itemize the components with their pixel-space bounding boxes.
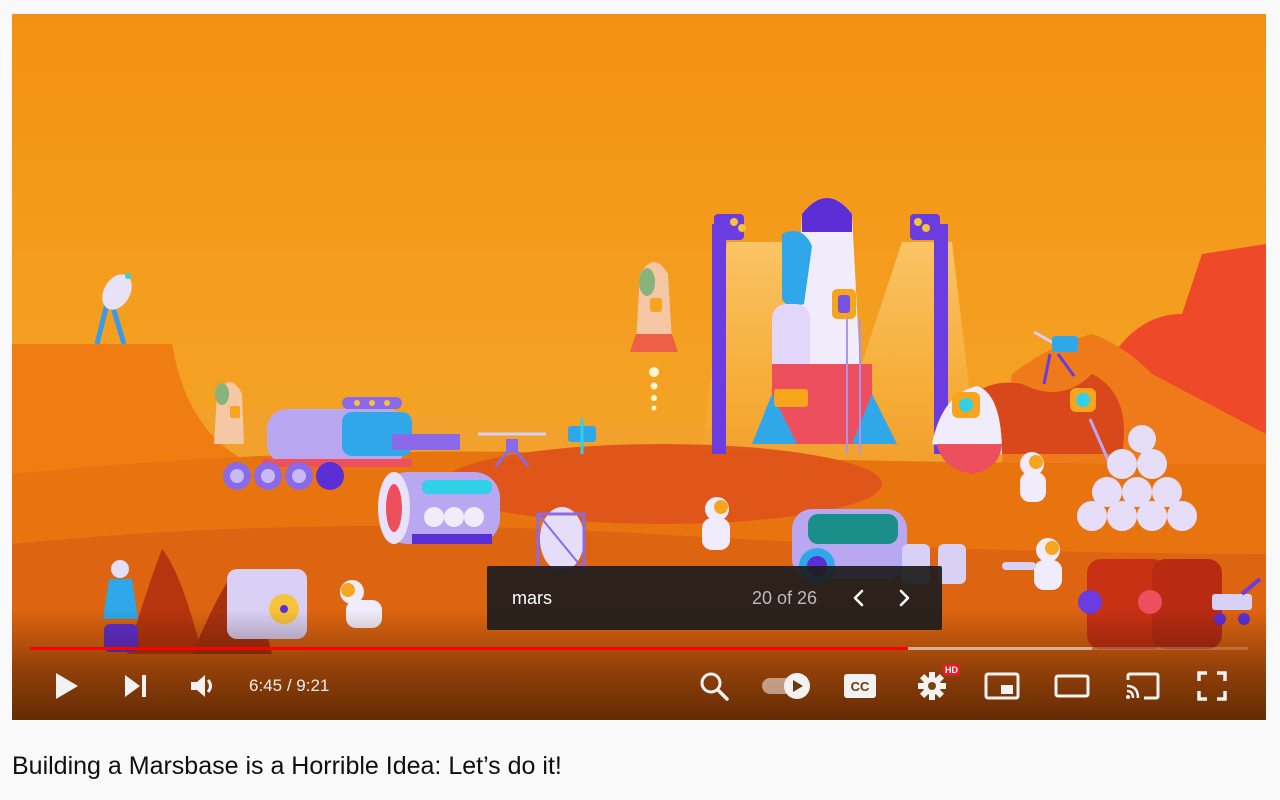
player-controls: 6:45 / 9:21 CC HD — [12, 662, 1266, 710]
habitat-module — [378, 472, 500, 544]
search-query[interactable]: mars — [512, 566, 552, 630]
svg-text:CC: CC — [851, 679, 870, 694]
cast-icon — [1126, 672, 1160, 700]
match-count: 20 of 26 — [752, 588, 818, 608]
drill-machines — [1078, 559, 1222, 649]
cast-button[interactable] — [1120, 662, 1164, 710]
search-icon — [700, 672, 729, 701]
progress-bar[interactable] — [30, 643, 1248, 655]
autoplay-toggle[interactable] — [758, 662, 814, 710]
small-rocket-left — [214, 382, 244, 444]
search-button[interactable] — [692, 662, 736, 710]
theater-mode-button[interactable] — [1050, 662, 1094, 710]
miniplayer-icon — [984, 672, 1020, 700]
play-button[interactable] — [42, 662, 90, 710]
fullscreen-icon — [1197, 671, 1227, 701]
play-icon — [56, 673, 78, 699]
autoplay-toggle-icon — [762, 673, 810, 699]
theater-icon — [1054, 674, 1090, 698]
progress-played — [30, 647, 909, 650]
duration: 9:21 — [296, 676, 330, 695]
settings-button[interactable]: HD — [910, 662, 960, 710]
cc-icon: CC — [844, 674, 876, 698]
gear-icon — [918, 672, 946, 700]
volume-icon — [191, 675, 212, 697]
next-button[interactable] — [112, 662, 160, 710]
fullscreen-button[interactable] — [1190, 662, 1234, 710]
radiation-container — [227, 569, 307, 639]
hd-badge: HD — [943, 664, 960, 676]
miniplayer-button[interactable] — [980, 662, 1024, 710]
chevron-right-icon — [899, 589, 910, 607]
transcript-search-overlay: mars 20 of 26 — [487, 566, 942, 630]
current-time: 6:45 — [249, 676, 283, 695]
mute-button[interactable] — [180, 662, 228, 710]
chevron-left-icon — [853, 589, 864, 607]
video-player[interactable]: mars 20 of 26 6:45 / 9:21 CC HD — [12, 14, 1266, 720]
video-title: Building a Marsbase is a Horrible Idea: … — [12, 752, 562, 780]
skip-next-icon — [125, 675, 146, 697]
time-display: 6:45 / 9:21 — [249, 676, 330, 695]
subtitles-button[interactable]: CC — [838, 662, 882, 710]
next-match-button[interactable] — [890, 584, 918, 612]
previous-match-button[interactable] — [845, 584, 873, 612]
